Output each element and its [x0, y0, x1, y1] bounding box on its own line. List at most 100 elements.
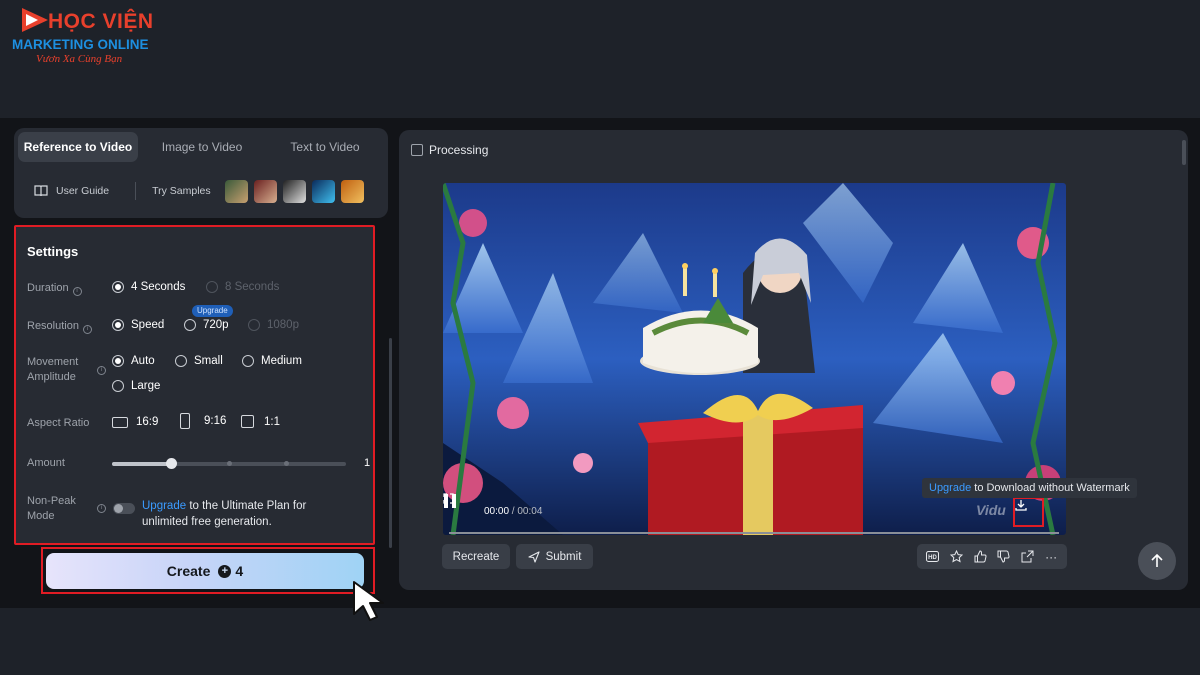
mode-tabs: Reference to Video Image to Video Text t… — [18, 132, 384, 162]
non-peak-description: Upgrade to the Ultimate Plan for unlimit… — [142, 500, 307, 528]
radio-icon — [184, 319, 196, 331]
duration-8s-option[interactable]: 8 Seconds — [206, 281, 279, 293]
landscape-icon — [112, 416, 128, 428]
resolution-label: Resolution i — [27, 319, 92, 334]
mode-card: Reference to Video Image to Video Text t… — [14, 128, 388, 218]
movement-medium-option[interactable]: Medium — [242, 355, 302, 367]
radio-icon — [112, 355, 124, 367]
mouse-cursor-icon — [353, 581, 384, 621]
aspect-9-16-option[interactable]: 9:16 — [180, 413, 226, 429]
create-cost: 4 — [235, 563, 244, 579]
arrow-up-icon — [1151, 554, 1163, 567]
tab-image-to-video[interactable]: Image to Video — [138, 132, 266, 162]
processing-checkbox[interactable] — [411, 144, 423, 156]
video-action-icons: HD ··· — [917, 544, 1067, 569]
radio-icon — [112, 281, 124, 293]
share-icon[interactable] — [1019, 549, 1035, 565]
movement-small-option[interactable]: Small — [175, 355, 223, 367]
resolution-1080p-option[interactable]: 1080p — [248, 319, 299, 331]
video-progress-bar[interactable] — [449, 532, 1059, 534]
amount-value: 1 — [364, 457, 371, 469]
try-samples-label: Try Samples — [152, 185, 211, 197]
brand-subtitle: MARKETING ONLINE — [12, 37, 149, 52]
star-icon[interactable] — [948, 549, 964, 565]
upgrade-link[interactable]: Upgrade — [142, 500, 186, 512]
radio-icon — [112, 380, 124, 392]
duration-label: Duration i — [27, 281, 82, 296]
divider — [135, 182, 137, 200]
recreate-button[interactable]: Recreate — [442, 544, 510, 569]
watermark: Vidu — [976, 502, 1006, 518]
radio-icon — [242, 355, 254, 367]
fullscreen-icon[interactable] — [443, 493, 454, 504]
hd-icon[interactable]: HD — [925, 549, 941, 565]
aspect-ratio-label: Aspect Ratio — [27, 417, 90, 429]
sample-thumb-4[interactable] — [311, 179, 335, 203]
submit-button[interactable]: Submit — [516, 544, 593, 569]
radio-icon — [248, 319, 260, 331]
svg-text:HD: HD — [928, 555, 937, 561]
tab-reference-to-video[interactable]: Reference to Video — [18, 132, 138, 162]
play-logo-icon — [22, 8, 48, 32]
info-icon: i — [97, 366, 106, 375]
brand-tagline: Vươn Xa Cùng Bạn — [36, 53, 123, 65]
credit-icon: + — [218, 564, 232, 578]
slider-fill — [112, 462, 171, 466]
sample-thumb-3[interactable] — [282, 179, 306, 203]
info-icon: i — [82, 325, 92, 334]
movement-auto-option[interactable]: Auto — [112, 355, 155, 367]
brand-logo: HỌC VIỆN MARKETING ONLINE Vươn Xa Cùng B… — [12, 4, 162, 66]
top-banner: HỌC VIỆN MARKETING ONLINE Vươn Xa Cùng B… — [0, 0, 1200, 118]
resolution-speed-option[interactable]: Speed — [112, 319, 164, 331]
slider-handle[interactable] — [165, 458, 177, 469]
sample-thumb-2[interactable] — [253, 179, 277, 203]
video-time: 00:00 / 00:04 — [484, 506, 543, 517]
aspect-16-9-option[interactable]: 16:9 — [112, 416, 158, 428]
info-icon: i — [97, 504, 106, 513]
thumbs-down-icon[interactable] — [996, 549, 1012, 565]
download-highlight[interactable] — [1013, 497, 1044, 527]
upgrade-badge[interactable]: Upgrade — [192, 305, 233, 317]
aspect-1-1-option[interactable]: 1:1 — [241, 415, 280, 428]
sample-thumb-5[interactable] — [340, 179, 364, 203]
user-guide-link[interactable]: User Guide — [56, 185, 109, 197]
processing-label: Processing — [429, 143, 489, 157]
download-icon[interactable] — [1015, 499, 1027, 511]
radio-icon — [206, 281, 218, 293]
non-peak-toggle[interactable] — [113, 503, 135, 514]
sample-thumb-1[interactable] — [224, 179, 248, 203]
download-tooltip: Upgrade to Download without Watermark — [922, 478, 1137, 498]
portrait-icon — [180, 413, 190, 429]
slider-tick — [227, 461, 232, 466]
send-icon — [528, 550, 540, 563]
settings-title: Settings — [27, 244, 79, 259]
duration-4s-option[interactable]: 4 Seconds — [112, 281, 185, 293]
thumbs-up-icon[interactable] — [972, 549, 988, 565]
book-icon — [34, 185, 48, 197]
resolution-720p-option[interactable]: 720p — [184, 319, 229, 331]
amount-slider[interactable] — [112, 458, 346, 469]
right-scrollbar[interactable] — [1182, 140, 1186, 165]
movement-large-option[interactable]: Large — [112, 380, 160, 392]
square-icon — [241, 415, 254, 428]
more-icon[interactable]: ··· — [1043, 549, 1059, 565]
guide-row: User Guide Try Samples — [34, 178, 370, 204]
tooltip-upgrade-link[interactable]: Upgrade — [929, 482, 971, 494]
left-scrollbar[interactable] — [389, 338, 392, 548]
non-peak-label: Non-Peak Mode — [27, 495, 76, 522]
create-button[interactable]: Create +4 — [46, 553, 364, 589]
movement-label: Movement Amplitude — [27, 356, 79, 383]
info-icon: i — [72, 287, 82, 296]
brand-title: HỌC VIỆN — [48, 10, 154, 33]
create-highlight: Create +4 — [41, 547, 375, 594]
video-controls: 00:00 / 00:04 Vidu — [443, 493, 1066, 535]
radio-icon — [175, 355, 187, 367]
slider-tick — [284, 461, 289, 466]
radio-icon — [112, 319, 124, 331]
amount-label: Amount — [27, 457, 65, 469]
processing-row: Processing — [411, 143, 488, 157]
scroll-to-top-button[interactable] — [1138, 542, 1176, 580]
settings-panel: Settings Duration i 4 Seconds 8 Seconds U… — [14, 225, 375, 545]
bottom-strip — [0, 608, 1200, 675]
tab-text-to-video[interactable]: Text to Video — [266, 132, 384, 162]
